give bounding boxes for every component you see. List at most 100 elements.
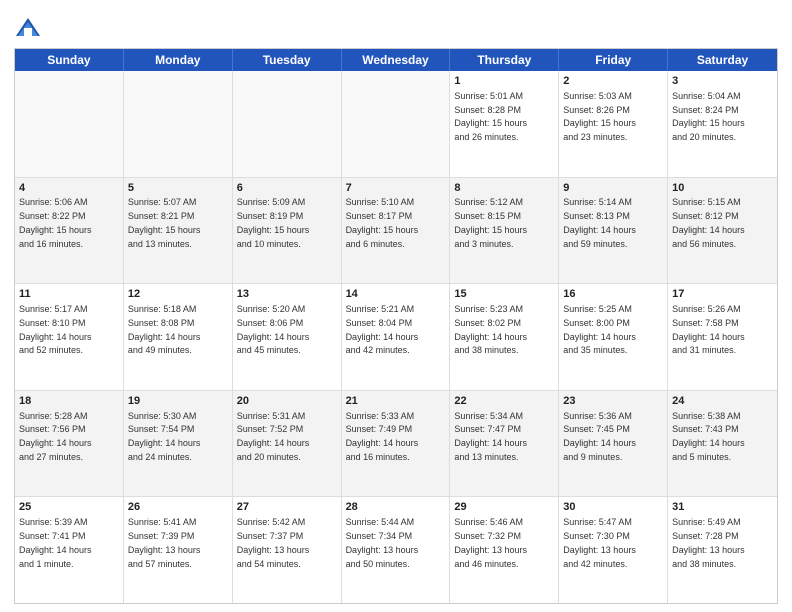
day-number: 3 <box>672 74 773 89</box>
calendar-cell: 10Sunrise: 5:15 AM Sunset: 8:12 PM Dayli… <box>668 178 777 284</box>
calendar-cell: 25Sunrise: 5:39 AM Sunset: 7:41 PM Dayli… <box>15 497 124 603</box>
cell-text: Sunrise: 5:10 AM Sunset: 8:17 PM Dayligh… <box>346 197 419 248</box>
day-number: 12 <box>128 287 228 302</box>
calendar-cell: 23 Sunrise: 5:36 AM Sunset: 7:45 PM Dayli… <box>559 391 668 497</box>
cell-text: Sunrise: 5:15 AM Sunset: 8:12 PM Dayligh… <box>672 197 745 248</box>
day-number: 9 <box>563 181 663 196</box>
day-number: 29 <box>454 500 554 515</box>
day-number: 13 <box>237 287 337 302</box>
calendar-header-cell: Saturday <box>668 49 777 71</box>
cell-text: Sunrise: 5:09 AM Sunset: 8:19 PM Dayligh… <box>237 197 310 248</box>
day-number: 8 <box>454 181 554 196</box>
cell-text: Sunrise: 5:07 AM Sunset: 8:21 PM Dayligh… <box>128 197 201 248</box>
day-number: 18 <box>19 394 119 409</box>
cell-text: Sunrise: 5:14 AM Sunset: 8:13 PM Dayligh… <box>563 197 636 248</box>
calendar-cell: 17Sunrise: 5:26 AM Sunset: 7:58 PM Dayli… <box>668 284 777 390</box>
calendar-cell <box>15 71 124 177</box>
cell-text: Sunrise: 5:12 AM Sunset: 8:15 PM Dayligh… <box>454 197 527 248</box>
calendar-cell <box>342 71 451 177</box>
calendar-cell: 5Sunrise: 5:07 AM Sunset: 8:21 PM Daylig… <box>124 178 233 284</box>
calendar-cell: 24 Sunrise: 5:38 AM Sunset: 7:43 PM Dayli… <box>668 391 777 497</box>
calendar-week: 18Sunrise: 5:28 AM Sunset: 7:56 PM Dayli… <box>15 391 777 498</box>
calendar-cell: 11 Sunrise: 5:17 AM Sunset: 8:10 PM Dayli… <box>15 284 124 390</box>
calendar-week: 25Sunrise: 5:39 AM Sunset: 7:41 PM Dayli… <box>15 497 777 603</box>
day-number: 4 <box>19 181 119 196</box>
day-number: 19 <box>128 394 228 409</box>
calendar-cell: 28Sunrise: 5:44 AM Sunset: 7:34 PM Dayli… <box>342 497 451 603</box>
calendar-cell: 6Sunrise: 5:09 AM Sunset: 8:19 PM Daylig… <box>233 178 342 284</box>
day-number: 7 <box>346 181 446 196</box>
logo <box>14 14 46 42</box>
calendar-cell: 26 Sunrise: 5:41 AM Sunset: 7:39 PM Dayli… <box>124 497 233 603</box>
cell-text: Sunrise: 5:38 AM Sunset: 7:43 PM Dayligh… <box>672 411 745 462</box>
cell-text: Sunrise: 5:20 AM Sunset: 8:06 PM Dayligh… <box>237 304 310 355</box>
day-number: 16 <box>563 287 663 302</box>
cell-text: Sunrise: 5:47 AM Sunset: 7:30 PM Dayligh… <box>563 517 636 568</box>
calendar-cell: 21 Sunrise: 5:33 AM Sunset: 7:49 PM Dayli… <box>342 391 451 497</box>
day-number: 2 <box>563 74 663 89</box>
calendar-cell: 1 Sunrise: 5:01 AM Sunset: 8:28 PM Daylig… <box>450 71 559 177</box>
cell-text: Sunrise: 5:44 AM Sunset: 7:34 PM Dayligh… <box>346 517 419 568</box>
calendar-header-cell: Wednesday <box>342 49 451 71</box>
calendar-week: 11 Sunrise: 5:17 AM Sunset: 8:10 PM Dayli… <box>15 284 777 391</box>
calendar-cell: 30Sunrise: 5:47 AM Sunset: 7:30 PM Dayli… <box>559 497 668 603</box>
calendar-week: 1 Sunrise: 5:01 AM Sunset: 8:28 PM Daylig… <box>15 71 777 178</box>
calendar-cell: 22 Sunrise: 5:34 AM Sunset: 7:47 PM Dayli… <box>450 391 559 497</box>
calendar-cell: 4Sunrise: 5:06 AM Sunset: 8:22 PM Daylig… <box>15 178 124 284</box>
calendar-cell: 7Sunrise: 5:10 AM Sunset: 8:17 PM Daylig… <box>342 178 451 284</box>
calendar-cell: 29 Sunrise: 5:46 AM Sunset: 7:32 PM Dayli… <box>450 497 559 603</box>
logo-icon <box>14 14 42 42</box>
calendar-header-cell: Tuesday <box>233 49 342 71</box>
cell-text: Sunrise: 5:17 AM Sunset: 8:10 PM Dayligh… <box>19 304 92 355</box>
calendar-cell: 9Sunrise: 5:14 AM Sunset: 8:13 PM Daylig… <box>559 178 668 284</box>
cell-text: Sunrise: 5:46 AM Sunset: 7:32 PM Dayligh… <box>454 517 527 568</box>
day-number: 5 <box>128 181 228 196</box>
calendar-week: 4Sunrise: 5:06 AM Sunset: 8:22 PM Daylig… <box>15 178 777 285</box>
day-number: 25 <box>19 500 119 515</box>
day-number: 1 <box>454 74 554 89</box>
day-number: 14 <box>346 287 446 302</box>
cell-text: Sunrise: 5:49 AM Sunset: 7:28 PM Dayligh… <box>672 517 745 568</box>
calendar-body: 1 Sunrise: 5:01 AM Sunset: 8:28 PM Daylig… <box>15 71 777 603</box>
calendar-header: SundayMondayTuesdayWednesdayThursdayFrid… <box>15 49 777 71</box>
calendar-cell: 27Sunrise: 5:42 AM Sunset: 7:37 PM Dayli… <box>233 497 342 603</box>
calendar-header-cell: Sunday <box>15 49 124 71</box>
day-number: 31 <box>672 500 773 515</box>
day-number: 26 <box>128 500 228 515</box>
day-number: 15 <box>454 287 554 302</box>
cell-text: Sunrise: 5:34 AM Sunset: 7:47 PM Dayligh… <box>454 411 527 462</box>
calendar-header-cell: Thursday <box>450 49 559 71</box>
cell-text: Sunrise: 5:36 AM Sunset: 7:45 PM Dayligh… <box>563 411 636 462</box>
day-number: 22 <box>454 394 554 409</box>
day-number: 20 <box>237 394 337 409</box>
calendar-header-cell: Monday <box>124 49 233 71</box>
calendar-cell: 15Sunrise: 5:23 AM Sunset: 8:02 PM Dayli… <box>450 284 559 390</box>
calendar-cell: 2 Sunrise: 5:03 AM Sunset: 8:26 PM Daylig… <box>559 71 668 177</box>
calendar-header-cell: Friday <box>559 49 668 71</box>
day-number: 24 <box>672 394 773 409</box>
cell-text: Sunrise: 5:01 AM Sunset: 8:28 PM Dayligh… <box>454 91 527 142</box>
cell-text: Sunrise: 5:21 AM Sunset: 8:04 PM Dayligh… <box>346 304 419 355</box>
calendar-cell: 13 Sunrise: 5:20 AM Sunset: 8:06 PM Dayli… <box>233 284 342 390</box>
calendar-cell: 19Sunrise: 5:30 AM Sunset: 7:54 PM Dayli… <box>124 391 233 497</box>
day-number: 10 <box>672 181 773 196</box>
day-number: 11 <box>19 287 119 302</box>
calendar-cell: 31 Sunrise: 5:49 AM Sunset: 7:28 PM Dayli… <box>668 497 777 603</box>
cell-text: Sunrise: 5:03 AM Sunset: 8:26 PM Dayligh… <box>563 91 636 142</box>
cell-text: Sunrise: 5:42 AM Sunset: 7:37 PM Dayligh… <box>237 517 310 568</box>
calendar-cell: 12 Sunrise: 5:18 AM Sunset: 8:08 PM Dayli… <box>124 284 233 390</box>
calendar-cell: 14 Sunrise: 5:21 AM Sunset: 8:04 PM Dayli… <box>342 284 451 390</box>
cell-text: Sunrise: 5:31 AM Sunset: 7:52 PM Dayligh… <box>237 411 310 462</box>
cell-text: Sunrise: 5:41 AM Sunset: 7:39 PM Dayligh… <box>128 517 201 568</box>
calendar-cell: 20 Sunrise: 5:31 AM Sunset: 7:52 PM Dayli… <box>233 391 342 497</box>
day-number: 23 <box>563 394 663 409</box>
header <box>14 10 778 42</box>
cell-text: Sunrise: 5:18 AM Sunset: 8:08 PM Dayligh… <box>128 304 201 355</box>
calendar-cell: 16Sunrise: 5:25 AM Sunset: 8:00 PM Dayli… <box>559 284 668 390</box>
calendar-cell: 18Sunrise: 5:28 AM Sunset: 7:56 PM Dayli… <box>15 391 124 497</box>
cell-text: Sunrise: 5:33 AM Sunset: 7:49 PM Dayligh… <box>346 411 419 462</box>
cell-text: Sunrise: 5:26 AM Sunset: 7:58 PM Dayligh… <box>672 304 745 355</box>
calendar: SundayMondayTuesdayWednesdayThursdayFrid… <box>14 48 778 604</box>
day-number: 6 <box>237 181 337 196</box>
day-number: 21 <box>346 394 446 409</box>
